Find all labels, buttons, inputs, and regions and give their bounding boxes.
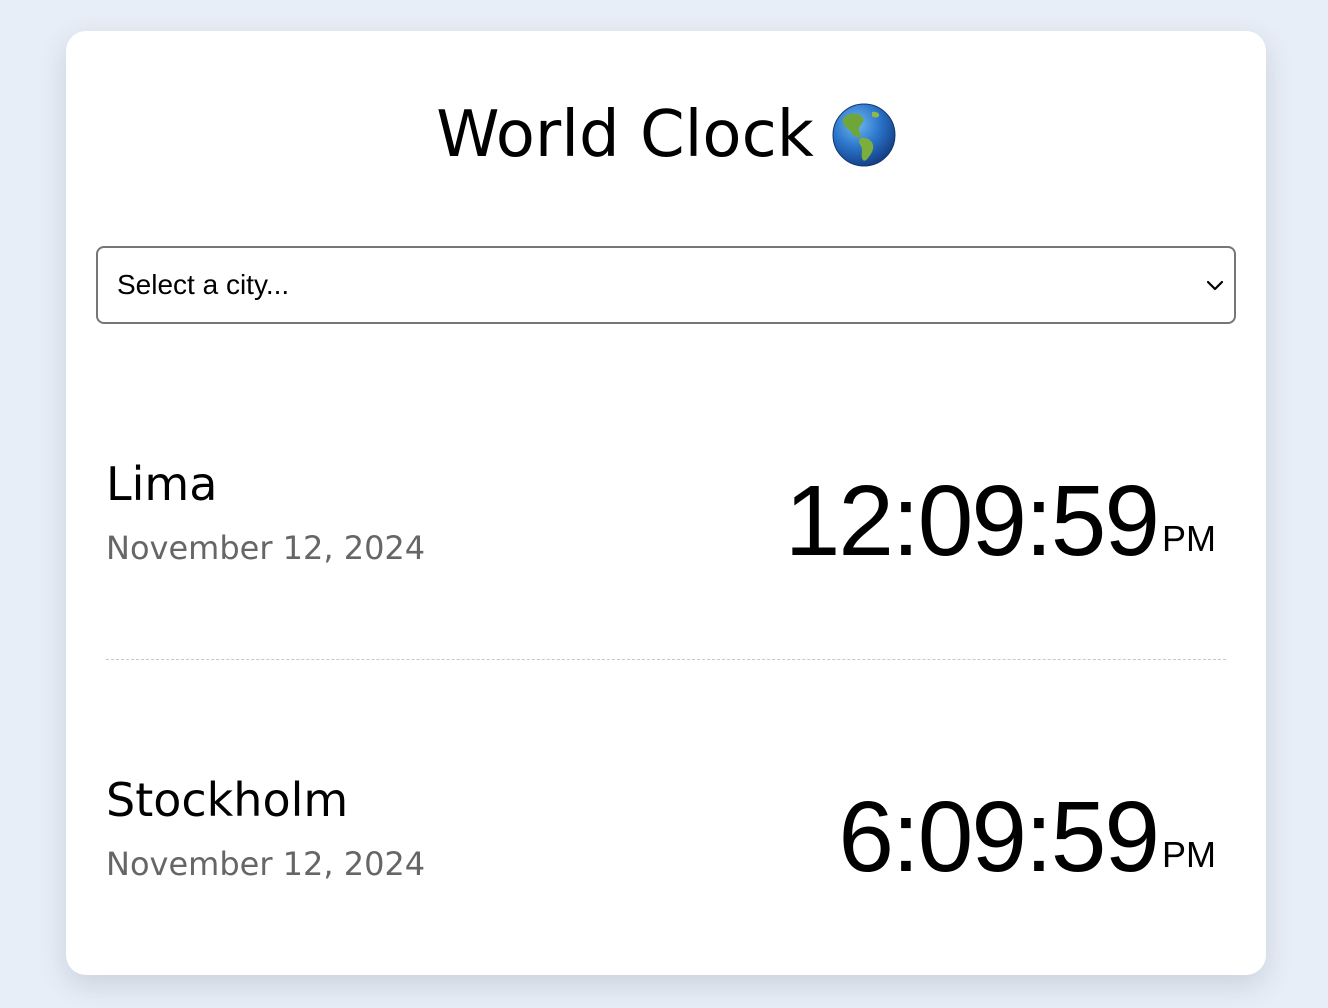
page-title: World Clock <box>436 98 814 172</box>
city-date: November 12, 2024 <box>106 845 426 883</box>
world-clock-card: World Clock Select a city... Lima Novemb… <box>66 31 1266 975</box>
time-value: 6:09:59 <box>838 781 1160 893</box>
city-select-value: Select a city... <box>117 269 290 300</box>
globe-americas-icon <box>832 103 896 167</box>
time-period: PM <box>1162 518 1216 559</box>
city-select[interactable]: Select a city... <box>96 246 1236 324</box>
city-name: Lima <box>106 457 218 511</box>
clock-row-lima: Lima November 12, 2024 12:09:59 PM <box>106 459 1226 619</box>
chevron-down-icon <box>1206 280 1224 291</box>
clock-row-stockholm: Stockholm November 12, 2024 6:09:59 PM <box>106 775 1226 935</box>
time-period: PM <box>1162 834 1216 875</box>
city-name: Stockholm <box>106 773 349 827</box>
time-value: 12:09:59 <box>784 465 1160 577</box>
clock-divider <box>106 659 1226 660</box>
city-date: November 12, 2024 <box>106 529 426 567</box>
time-display: 6:09:59 PM <box>838 787 1216 887</box>
time-display: 12:09:59 PM <box>785 471 1216 571</box>
title-row: World Clock <box>66 103 1266 167</box>
